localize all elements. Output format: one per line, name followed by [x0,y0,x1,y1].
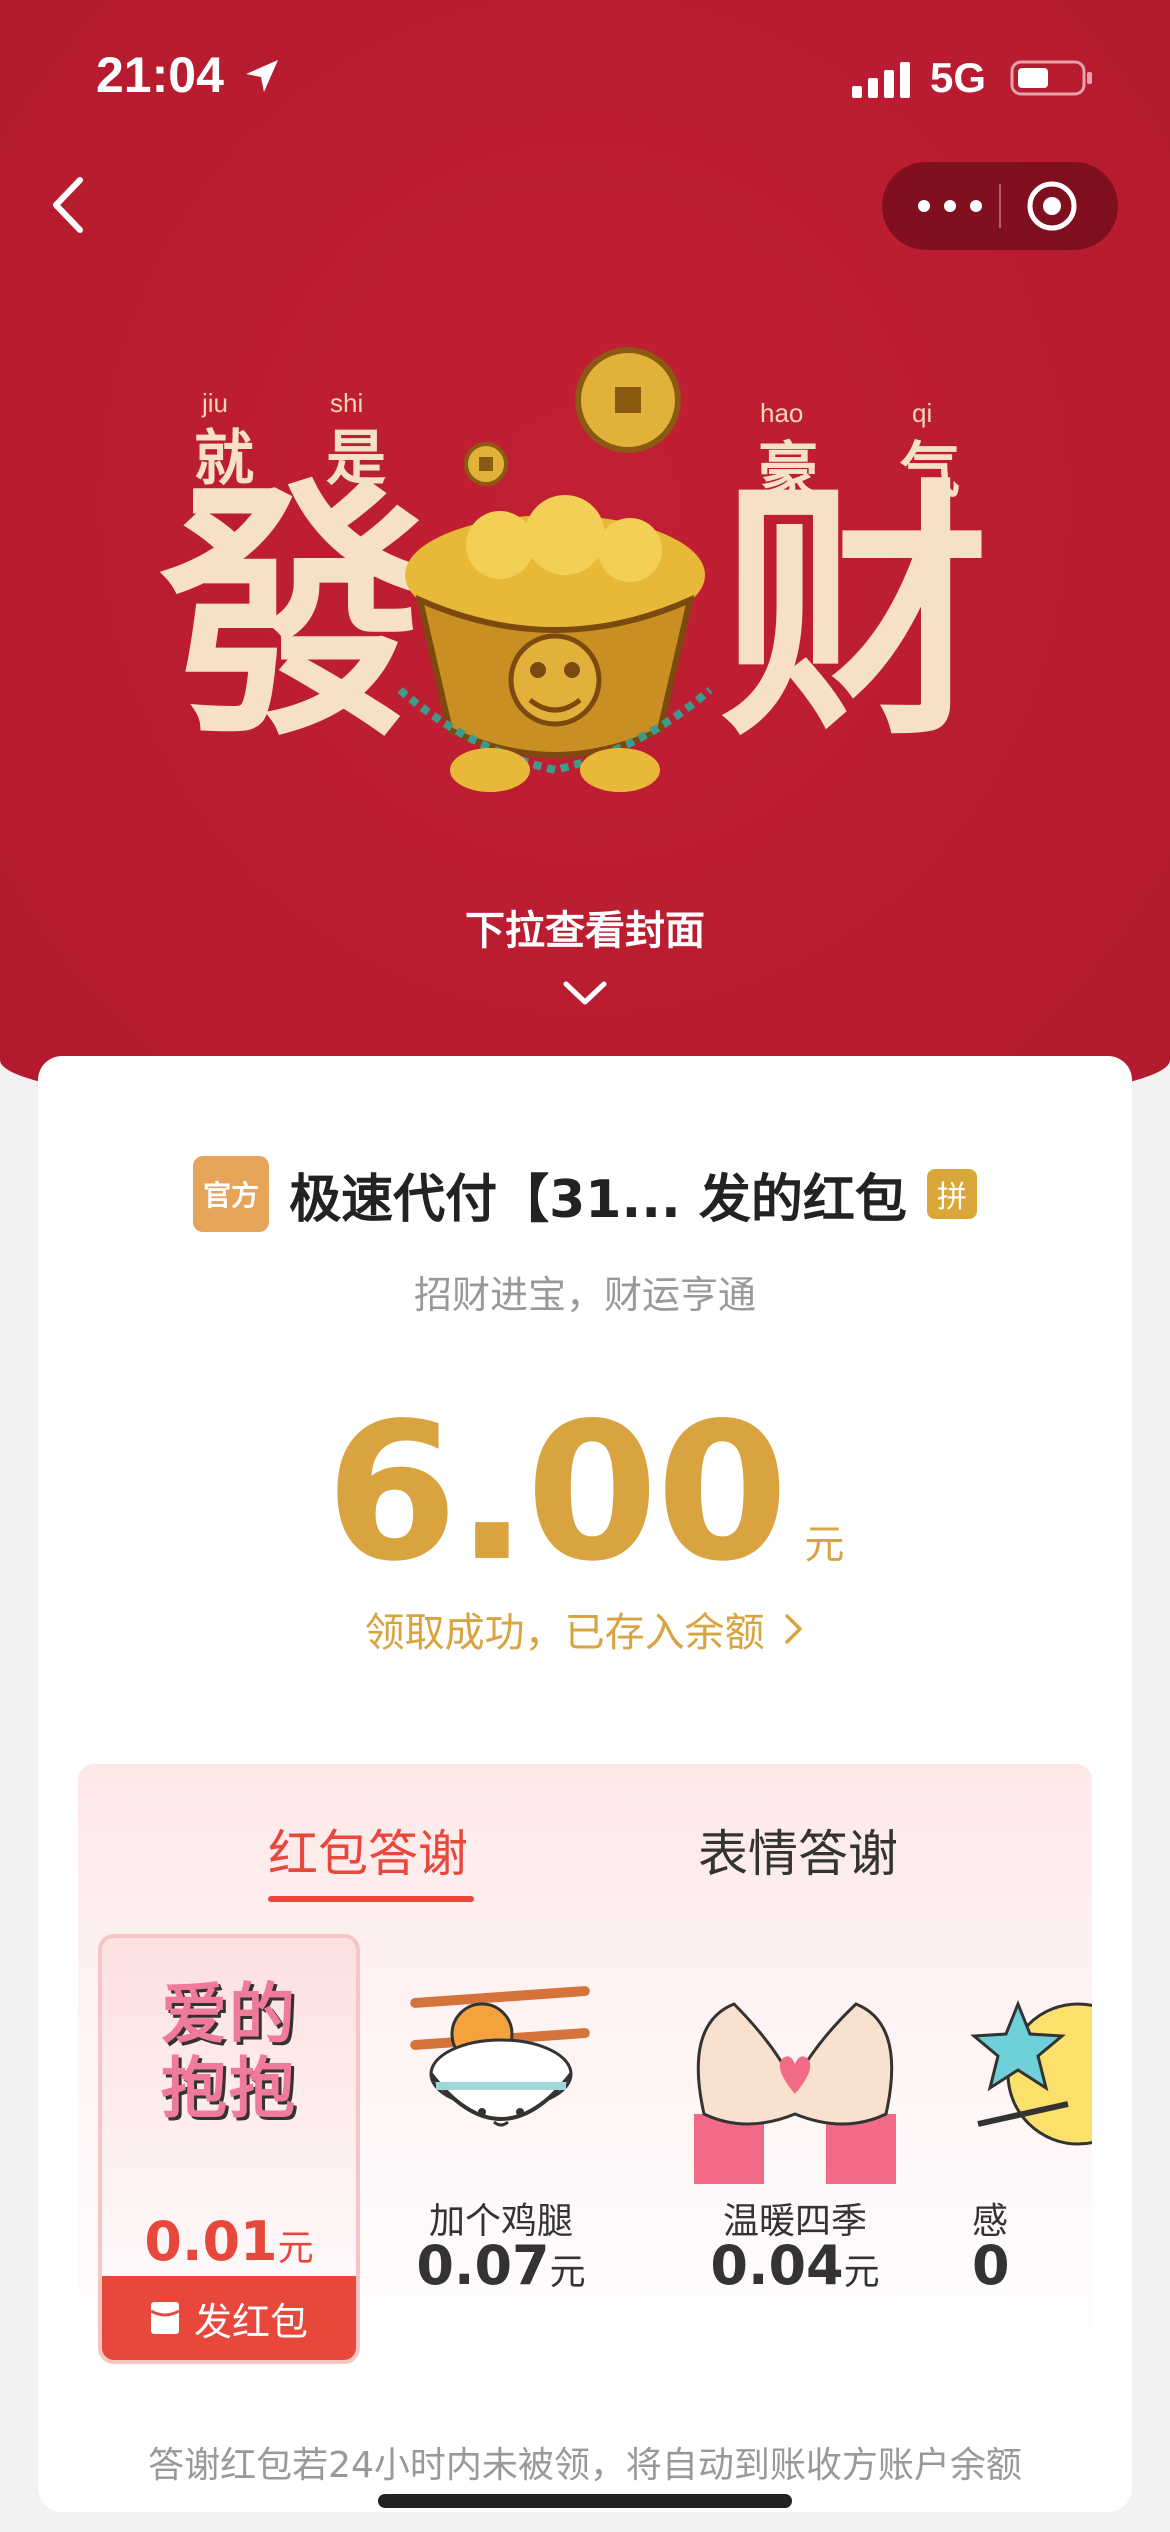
tab-sticker-thanks[interactable]: 表情答谢 [698,1814,898,1886]
item-price: 0.07元 [370,2234,632,2297]
item-price-value: 0.01 [144,2210,278,2273]
tab-envelope-thanks[interactable]: 红包答谢 [268,1814,468,1886]
item-price-unit: 元 [277,2228,314,2269]
red-envelope-header: 21:04 5G jiu shi hao qi 就 是 豪 气 發 财 下拉查看… [0,0,1170,1120]
amount-unit: 元 [804,1522,845,1568]
chevron-down-icon [563,981,607,1005]
thanks-item-partial[interactable]: 感 0 [958,1934,1092,2364]
status-bar: 21:04 5G [0,0,1170,150]
thanks-item-drumstick[interactable]: 加个鸡腿 0.07元 [370,1934,632,2364]
envelope-detail-card: 官方 极速代付【31... 发的红包 拼 招财进宝，财运亨通 6.00 元 领取成… [38,1056,1132,2512]
treasure-bowl-icon [397,347,713,792]
send-envelope-label: 发红包 [193,2299,308,2344]
hug-art: 爱的抱抱 [102,1978,356,2198]
rice-bowl-drumstick-icon [410,1986,590,2127]
network-type: 5G [930,54,987,101]
amount-row: 6.00 元 [38,1398,1132,1588]
thanks-item-hug[interactable]: 爱的抱抱 0.01元 发红包 [98,1934,360,2364]
item-price-value: 0 [972,2234,1010,2297]
item-price: 0.04元 [664,2234,926,2297]
active-tab-indicator [268,1896,474,1902]
back-chevron-icon[interactable] [40,170,100,240]
close-miniprogram-icon[interactable] [1022,178,1082,234]
item-price: 0.01元 [102,2210,356,2273]
thanks-item-warm-seasons[interactable]: 温暖四季 0.04元 [664,1934,926,2364]
sender-row: 官方 极速代付【31... 发的红包 拼 [38,1156,1132,1236]
sender-name: 极速代付【31... 发的红包 [289,1169,907,1230]
amount-value: 6.00 [325,1382,789,1603]
home-indicator[interactable] [378,2494,792,2508]
char-cai: 财 [720,457,990,772]
envelope-icon [150,2302,180,2334]
pin-badge: 拼 [926,1169,977,1219]
heart-hands-icon [694,2002,896,2184]
chevron-right-icon [785,1614,803,1644]
battery-icon [1010,60,1092,96]
item-price: 0 [958,2234,1092,2297]
thanks-panel: 红包答谢 表情答谢 爱的抱抱 0.01元 发红包 加个鸡腿 0.07元 温暖四季… [78,1764,1092,2404]
miniprogram-capsule [882,162,1118,250]
capsule-divider [999,184,1001,228]
thanks-footnote: 答谢红包若24小时内未被领，将自动到账收方账户余额 [148,2445,1022,2486]
item-price-unit: 元 [549,2252,586,2293]
star-sticker-icon [970,1999,1092,2146]
cellular-signal-icon [852,62,910,98]
hug-art-text: 爱的抱抱 [161,1976,297,2127]
blessing-text: 招财进宝，财运亨通 [413,1273,756,1317]
received-text: 领取成功，已存入余额 [364,1610,765,1656]
more-options-icon[interactable] [912,186,988,226]
thanks-items-list: 爱的抱抱 0.01元 发红包 加个鸡腿 0.07元 温暖四季 0.04元 感 0 [78,1934,1092,2404]
status-time: 21:04 [96,47,224,103]
item-price-value: 0.04 [710,2234,844,2297]
send-envelope-button[interactable]: 发红包 [102,2276,356,2360]
sender-avatar: 官方 [193,1156,270,1232]
envelope-cover-art: jiu shi hao qi 就 是 豪 气 發 财 [160,330,1010,830]
item-price-value: 0.07 [416,2234,550,2297]
location-arrow-icon [246,60,278,92]
received-balance-link[interactable]: 领取成功，已存入余额 [38,1600,1132,1658]
pull-down-hint: 下拉查看封面 [465,908,705,954]
item-price-unit: 元 [843,2252,880,2293]
